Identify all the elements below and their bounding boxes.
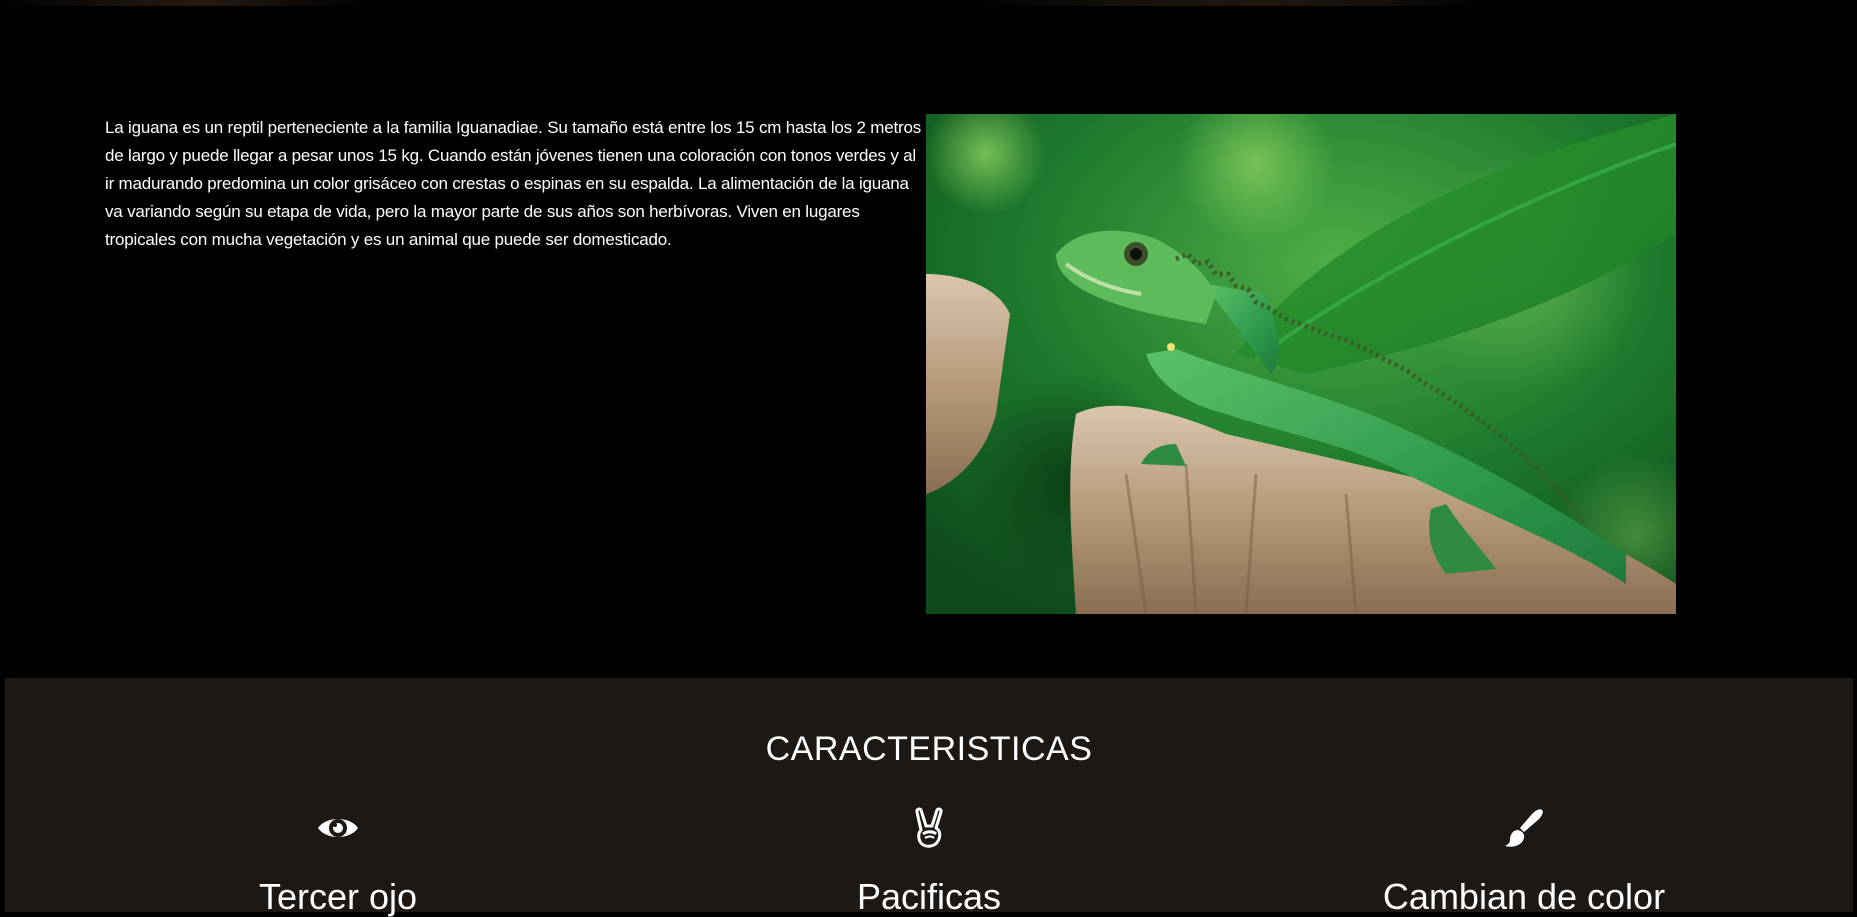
peace-hand-icon [907,806,951,850]
feature-card-color-change: Cambian de color [1224,806,1824,917]
iguana-photo [926,114,1676,614]
features-title: CARACTERISTICAS [765,730,1093,768]
feature-card-third-eye: Tercer ojo [38,806,638,917]
intro-section: La iguana es un reptil perteneciente a l… [0,0,1857,678]
feature-label: Cambian de color [1382,876,1666,917]
feature-card-peaceful: Pacificas [629,806,1229,917]
features-section: CARACTERISTICAS Tercer ojo Pacificas Cam… [5,678,1853,917]
paintbrush-icon [1502,806,1546,850]
eye-icon [316,806,360,850]
intro-paragraph: La iguana es un reptil perteneciente a l… [105,118,922,249]
feature-label: Pacificas [856,876,1002,917]
feature-label: Tercer ojo [258,876,418,917]
